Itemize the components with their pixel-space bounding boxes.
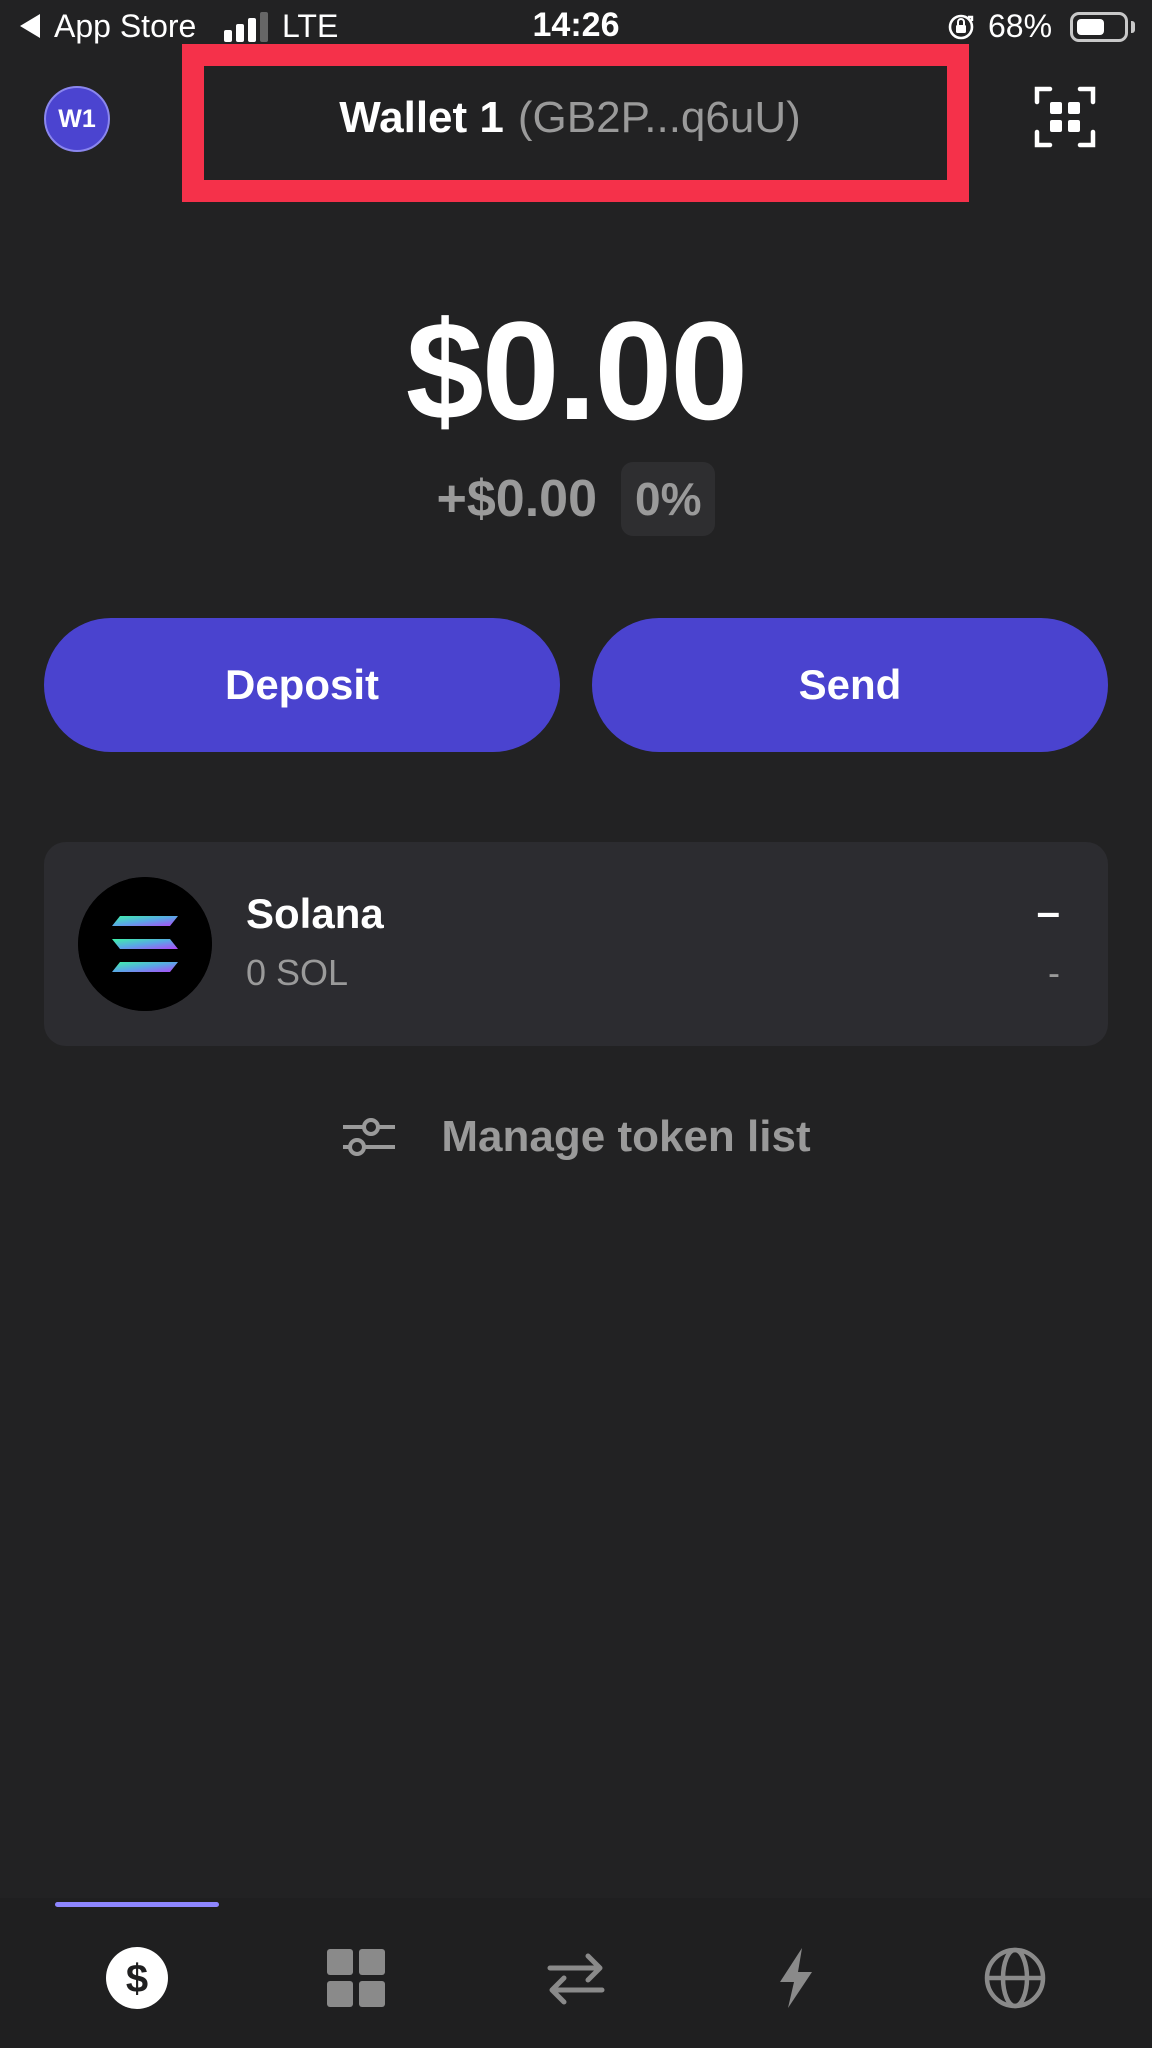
globe-icon[interactable] bbox=[983, 1946, 1047, 2010]
nav-active-indicator bbox=[55, 1902, 219, 1907]
manage-token-list-button[interactable]: Manage token list bbox=[0, 1108, 1152, 1166]
change-amount: +$0.00 bbox=[436, 470, 598, 528]
svg-text:$: $ bbox=[126, 1957, 148, 2001]
total-balance: $0.00 bbox=[405, 292, 748, 449]
lightning-icon[interactable] bbox=[764, 1946, 828, 2010]
battery-percent: 68% bbox=[988, 8, 1053, 44]
qr-scan-icon[interactable] bbox=[1034, 86, 1096, 148]
token-value: – bbox=[1036, 888, 1060, 935]
send-button[interactable]: Send bbox=[592, 618, 1108, 752]
highlight-annotation-box bbox=[182, 44, 969, 202]
balance-change-row: +$0.00 0% bbox=[0, 462, 1152, 536]
deposit-button[interactable]: Deposit bbox=[44, 618, 560, 752]
wallet-avatar[interactable]: W1 bbox=[44, 86, 110, 152]
swap-arrows-icon[interactable] bbox=[544, 1946, 608, 2010]
battery-tip bbox=[1131, 21, 1135, 33]
orientation-lock-icon bbox=[948, 14, 974, 40]
change-percent-badge: 0% bbox=[621, 462, 716, 536]
token-name: Solana bbox=[246, 890, 384, 937]
battery-level bbox=[1077, 19, 1105, 35]
collectibles-grid-icon[interactable] bbox=[324, 1946, 388, 2010]
status-time: 14:26 bbox=[532, 6, 620, 44]
solana-logo-icon bbox=[78, 877, 212, 1011]
manage-token-list-label: Manage token list bbox=[441, 1112, 811, 1161]
token-amount: 0 SOL bbox=[246, 952, 349, 993]
sliders-icon bbox=[343, 1118, 396, 1156]
dollar-icon[interactable]: $ bbox=[105, 1946, 169, 2010]
token-change: - bbox=[1048, 952, 1060, 993]
battery-icon bbox=[1070, 12, 1128, 42]
